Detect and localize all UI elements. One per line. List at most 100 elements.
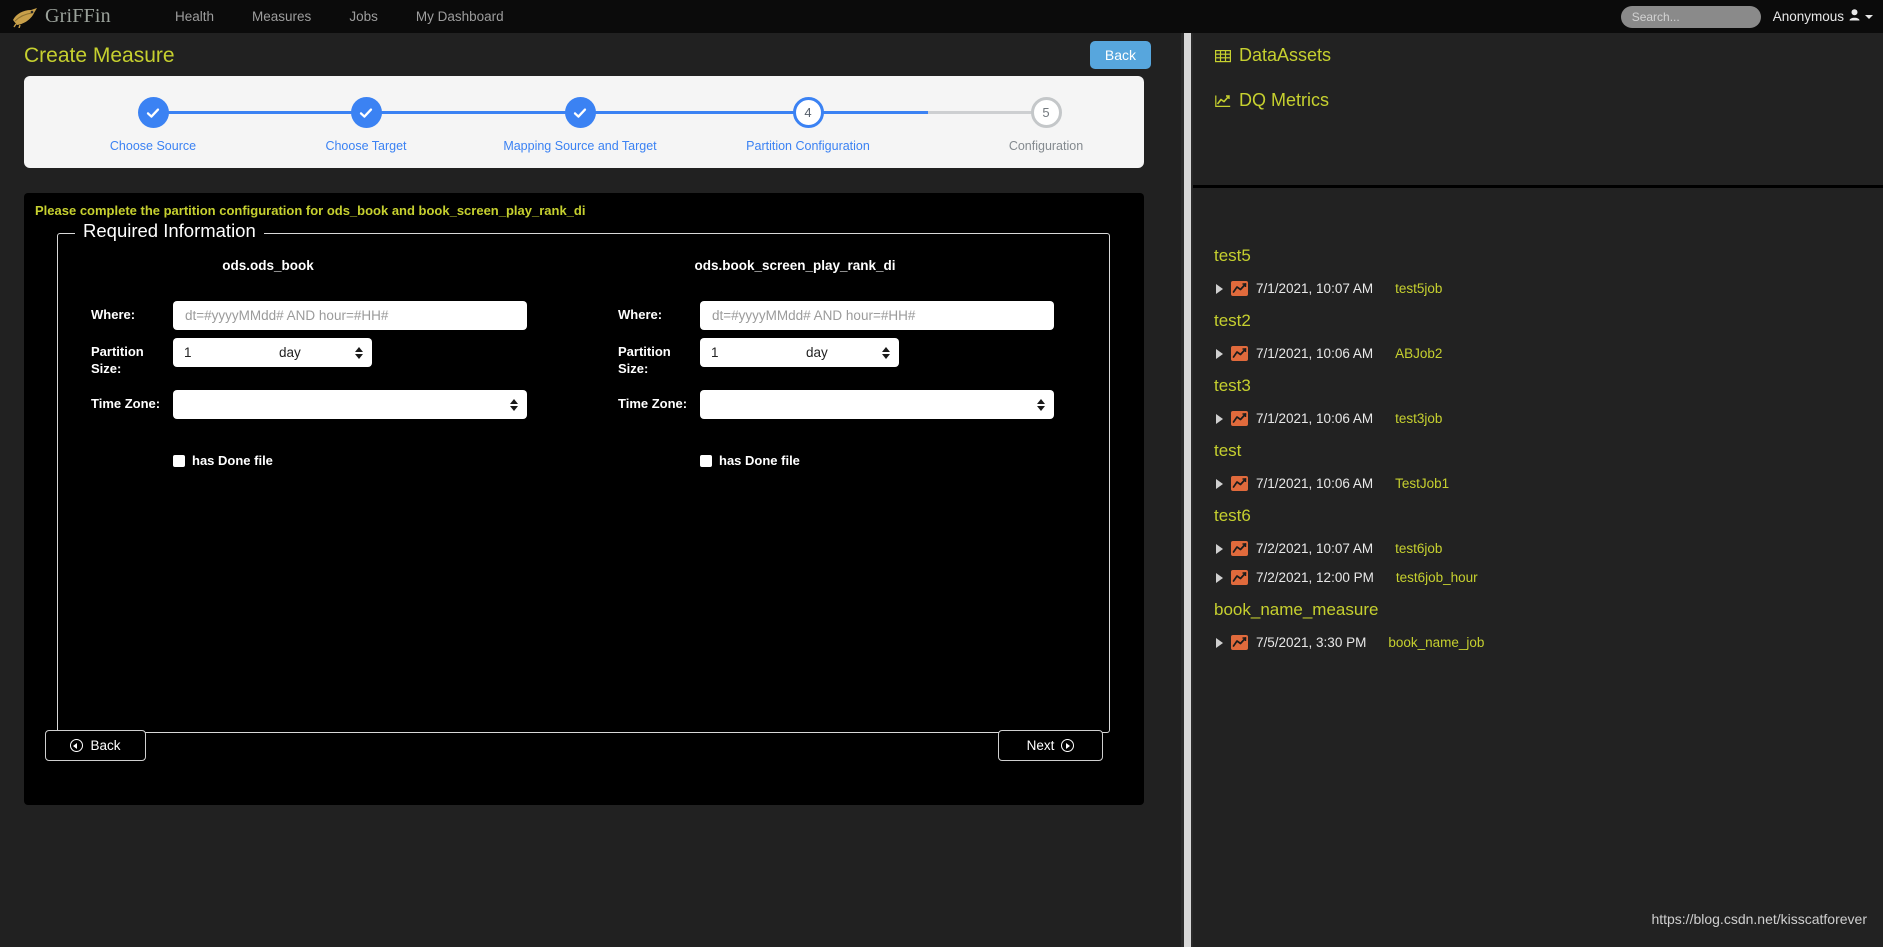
job-name[interactable]: test6job bbox=[1395, 541, 1442, 556]
measure-group-name[interactable]: book_name_measure bbox=[1193, 592, 1883, 628]
target-partition-size-row: Partition Size: day bbox=[618, 338, 899, 377]
stepper-connector-4-5-filled bbox=[808, 111, 928, 114]
target-where-input[interactable] bbox=[700, 301, 1054, 330]
job-name[interactable]: test6job_hour bbox=[1396, 570, 1478, 585]
step-5-circle[interactable]: 5 bbox=[1030, 97, 1062, 128]
job-date: 7/1/2021, 10:06 AM bbox=[1256, 411, 1374, 426]
source-done-file-checkbox[interactable] bbox=[173, 454, 185, 467]
list-top-spacer bbox=[1193, 188, 1883, 238]
target-partition-size-input[interactable] bbox=[700, 338, 798, 367]
expand-triangle-icon[interactable] bbox=[1216, 283, 1223, 294]
step-2-circle[interactable] bbox=[350, 97, 382, 128]
fieldset-legend: Required Information bbox=[75, 220, 264, 242]
back-button-label: Back bbox=[90, 738, 121, 753]
expand-triangle-icon[interactable] bbox=[1216, 572, 1223, 583]
user-menu[interactable]: Anonymous bbox=[1773, 9, 1873, 24]
source-where-input[interactable] bbox=[173, 301, 527, 330]
target-partition-unit-select[interactable]: day bbox=[798, 338, 899, 367]
vertical-scrollbar[interactable] bbox=[1184, 33, 1191, 947]
nav-link-health[interactable]: Health bbox=[156, 9, 233, 24]
partition-config-panel: Please complete the partition configurat… bbox=[24, 193, 1144, 805]
step-2-label: Choose Target bbox=[325, 139, 407, 153]
job-name[interactable]: test3job bbox=[1395, 411, 1442, 426]
source-partition-unit-select[interactable]: day bbox=[271, 338, 372, 367]
step-1-label: Choose Source bbox=[109, 139, 197, 153]
source-done-file-label[interactable]: has Done file bbox=[192, 453, 273, 468]
required-information-fieldset: Required Information ods.ods_book Where:… bbox=[57, 220, 1110, 733]
source-done-file-row[interactable]: has Done file bbox=[173, 453, 273, 468]
metric-chart-icon[interactable] bbox=[1231, 635, 1248, 650]
measure-group-name[interactable]: test6 bbox=[1193, 498, 1883, 534]
job-name[interactable]: book_name_job bbox=[1388, 635, 1484, 650]
stepper-connector-1-2 bbox=[153, 111, 366, 114]
target-partition-unit-wrap: day bbox=[798, 338, 899, 367]
step-2-choose-target[interactable]: Choose Target bbox=[276, 97, 456, 153]
search-input[interactable] bbox=[1620, 5, 1761, 28]
source-partition-size-input[interactable] bbox=[173, 338, 271, 367]
measure-group-name[interactable]: test3 bbox=[1193, 368, 1883, 404]
chart-line-icon bbox=[1215, 93, 1231, 109]
source-table-title: ods.ods_book bbox=[222, 258, 314, 273]
step-1-choose-source[interactable]: Choose Source bbox=[63, 97, 243, 153]
job-row: 7/2/2021, 10:07 AM test6job bbox=[1193, 534, 1883, 563]
measure-group-name[interactable]: test5 bbox=[1193, 238, 1883, 274]
expand-triangle-icon[interactable] bbox=[1216, 637, 1223, 648]
brand-name: GriFFin bbox=[45, 5, 111, 27]
source-timezone-select[interactable] bbox=[173, 390, 527, 419]
step-4-circle[interactable]: 4 bbox=[792, 97, 824, 128]
measure-group-name[interactable]: test2 bbox=[1193, 303, 1883, 339]
grid-icon bbox=[1215, 48, 1232, 64]
nav-link-my-dashboard[interactable]: My Dashboard bbox=[397, 9, 523, 24]
page-title: Create Measure bbox=[24, 44, 175, 67]
source-partition-unit-wrap: day bbox=[271, 338, 372, 367]
target-timezone-wrap bbox=[700, 390, 1054, 419]
next-button[interactable]: Next bbox=[998, 730, 1103, 761]
expand-triangle-icon[interactable] bbox=[1216, 413, 1223, 424]
sidebar-item-dq-metrics[interactable]: DQ Metrics bbox=[1193, 78, 1883, 123]
chevron-down-icon bbox=[1865, 14, 1873, 19]
job-name[interactable]: ABJob2 bbox=[1395, 346, 1442, 361]
wizard-stepper: Choose Source Choose Target Mapping Sour… bbox=[24, 76, 1144, 168]
target-timezone-select[interactable] bbox=[700, 390, 1054, 419]
metric-chart-icon[interactable] bbox=[1231, 541, 1248, 556]
metric-chart-icon[interactable] bbox=[1231, 281, 1248, 296]
next-button-label: Next bbox=[1026, 738, 1055, 753]
target-where-row: Where: bbox=[618, 301, 1054, 330]
expand-triangle-icon[interactable] bbox=[1216, 478, 1223, 489]
back-top-button[interactable]: Back bbox=[1089, 41, 1151, 69]
step-3-circle[interactable] bbox=[564, 97, 596, 128]
job-date: 7/1/2021, 10:06 AM bbox=[1256, 346, 1374, 361]
job-name[interactable]: TestJob1 bbox=[1395, 476, 1449, 491]
source-timezone-label: Time Zone: bbox=[91, 396, 161, 411]
target-partition-column: ods.book_screen_play_rank_di Where: Part… bbox=[618, 258, 1118, 468]
step-5-label: Configuration bbox=[1008, 139, 1084, 153]
expand-triangle-icon[interactable] bbox=[1216, 348, 1223, 359]
nav-link-jobs[interactable]: Jobs bbox=[330, 9, 397, 24]
metric-chart-icon[interactable] bbox=[1231, 570, 1248, 585]
expand-triangle-icon[interactable] bbox=[1216, 543, 1223, 554]
nav-links: Health Measures Jobs My Dashboard bbox=[156, 9, 523, 24]
nav-link-measures[interactable]: Measures bbox=[233, 9, 330, 24]
metric-chart-icon[interactable] bbox=[1231, 476, 1248, 491]
sidebar-item-dq-metrics-label: DQ Metrics bbox=[1239, 90, 1329, 110]
measure-group-name[interactable]: test bbox=[1193, 433, 1883, 469]
step-3-mapping[interactable]: Mapping Source and Target bbox=[490, 97, 670, 153]
target-done-file-row[interactable]: has Done file bbox=[700, 453, 800, 468]
job-row: 7/1/2021, 10:06 AM TestJob1 bbox=[1193, 469, 1883, 498]
source-partition-column: ods.ods_book Where: Partition Size: day bbox=[91, 258, 591, 468]
step-4-partition-configuration[interactable]: 4 Partition Configuration bbox=[718, 97, 898, 153]
metric-chart-icon[interactable] bbox=[1231, 346, 1248, 361]
step-1-circle[interactable] bbox=[137, 97, 169, 128]
target-done-file-label[interactable]: has Done file bbox=[719, 453, 800, 468]
job-name[interactable]: test5job bbox=[1395, 281, 1442, 296]
target-done-file-checkbox[interactable] bbox=[700, 454, 712, 467]
metric-chart-icon[interactable] bbox=[1231, 411, 1248, 426]
target-where-label: Where: bbox=[618, 307, 663, 322]
user-avatar-icon bbox=[1849, 9, 1860, 24]
back-button[interactable]: Back bbox=[45, 730, 146, 761]
brand-logo-area[interactable]: GriFFin bbox=[10, 5, 142, 28]
job-row: 7/1/2021, 10:07 AM test5job bbox=[1193, 274, 1883, 303]
job-row: 7/1/2021, 10:06 AM test3job bbox=[1193, 404, 1883, 433]
sidebar-item-dataassets[interactable]: DataAssets bbox=[1193, 33, 1883, 78]
step-5-configuration[interactable]: 5 Configuration bbox=[956, 97, 1136, 153]
